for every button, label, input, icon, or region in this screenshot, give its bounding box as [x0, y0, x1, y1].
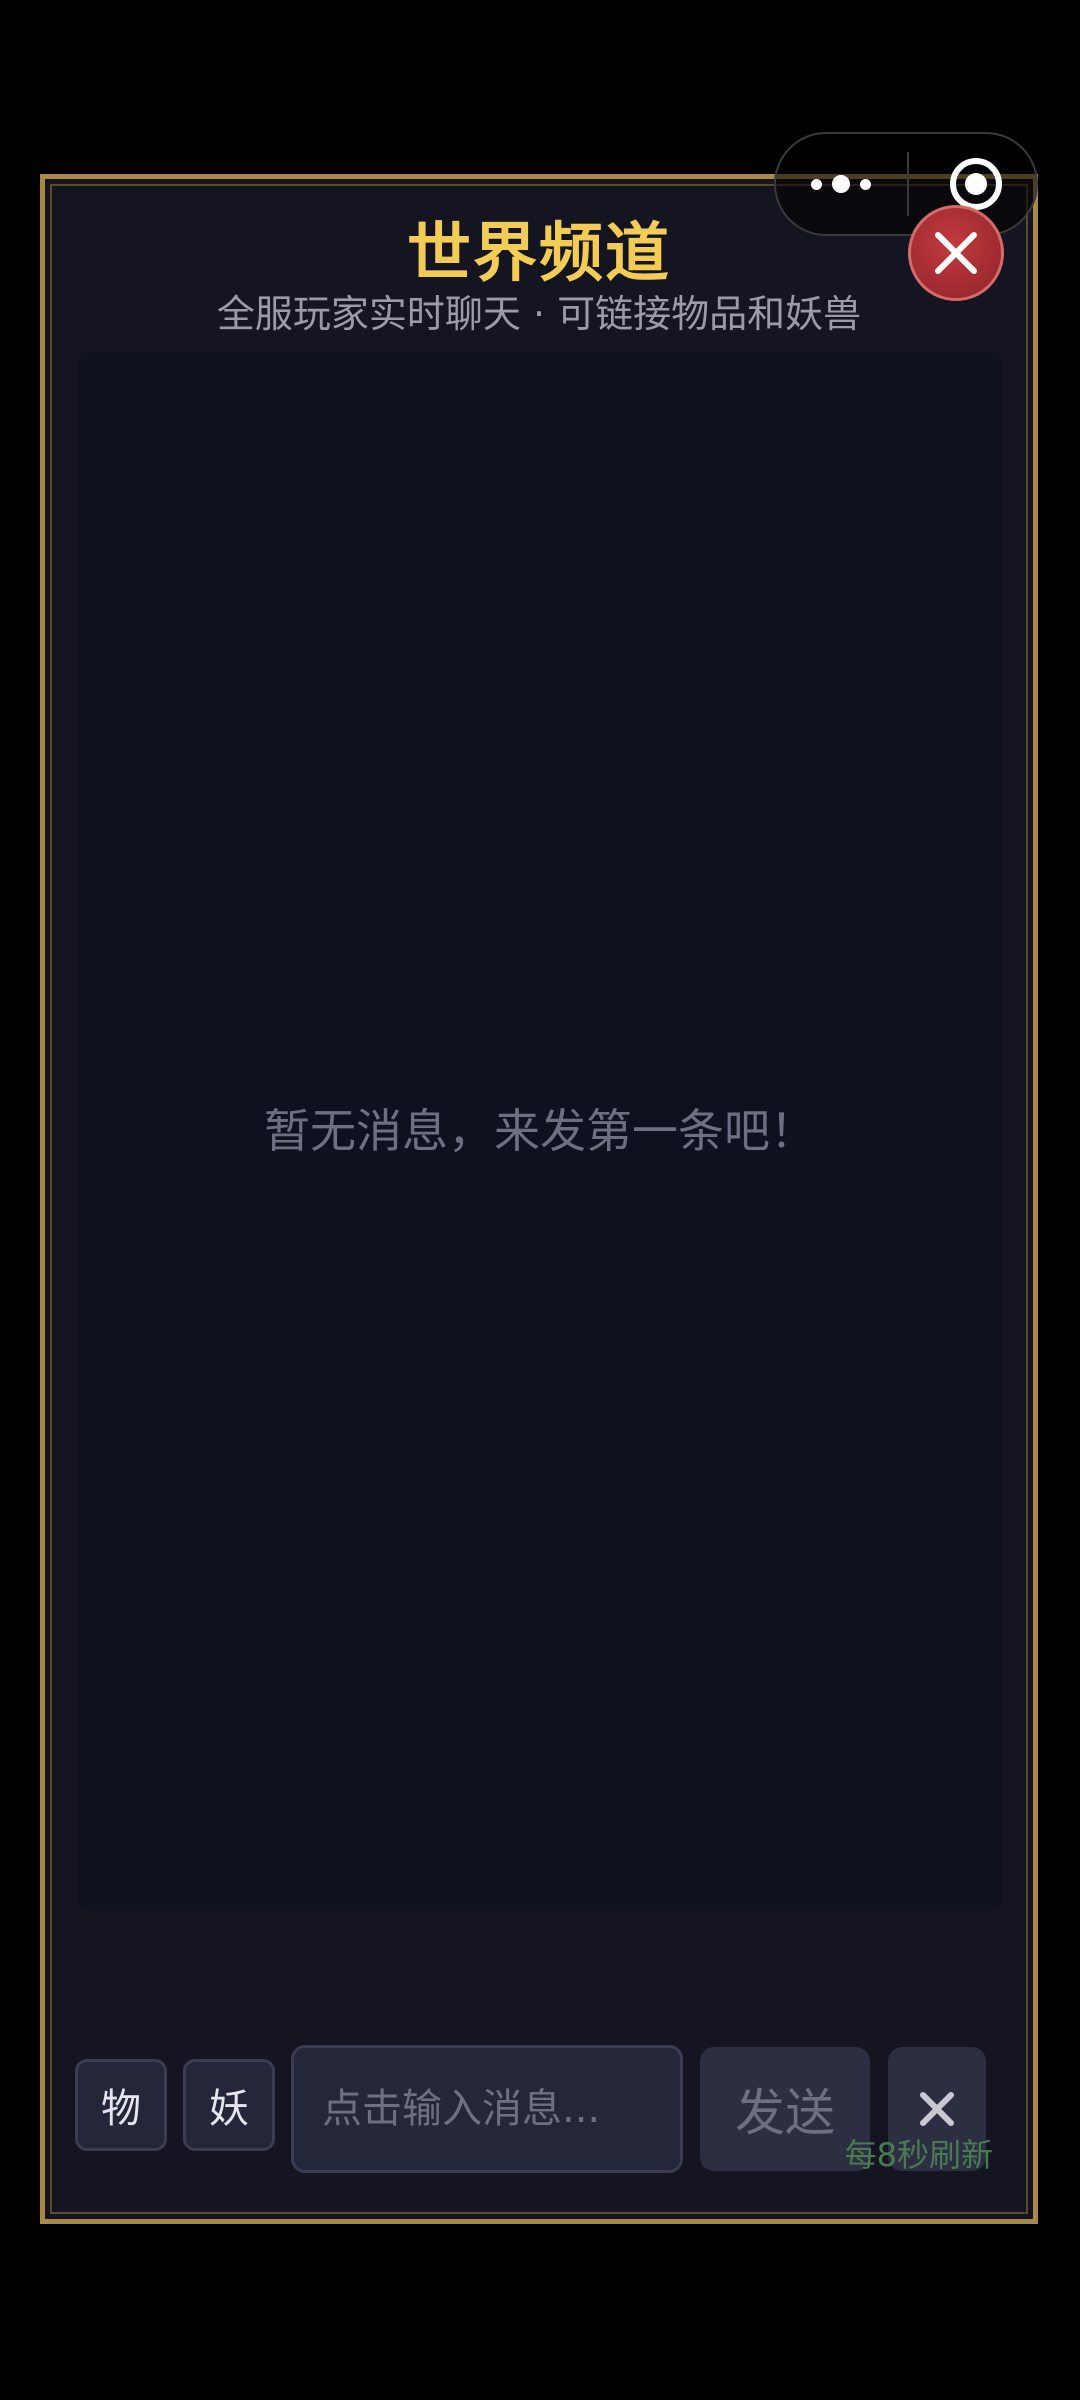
target-icon: [965, 173, 987, 195]
more-icon-dot: [860, 178, 871, 190]
close-icon: [935, 232, 977, 274]
close-icon: [920, 2092, 954, 2126]
more-icon: [811, 178, 822, 190]
message-list[interactable]: 暂无消息，来发第一条吧！: [77, 351, 1003, 1911]
composer-bar: 物 妖 发送 每8秒刷新: [45, 2045, 1033, 2189]
screen: 世界频道 全服玩家实时聊天 · 可链接物品和妖兽 暂无消息，来发第一条吧！ 物 …: [0, 0, 1080, 2400]
miniprogram-capsule: [774, 132, 1038, 236]
empty-state-text: 暂无消息，来发第一条吧！: [264, 1104, 816, 1158]
message-input[interactable]: [320, 2085, 654, 2133]
more-icon-center-dot: [832, 175, 850, 193]
page-subtitle: 全服玩家实时聊天 · 可链接物品和妖兽: [216, 292, 862, 336]
refresh-hint: 每8秒刷新: [844, 2136, 993, 2174]
exit-miniprogram-button[interactable]: [950, 158, 1002, 210]
link-item-button[interactable]: 物: [75, 2059, 167, 2151]
message-input-box[interactable]: [291, 2045, 683, 2173]
world-channel-panel: 世界频道 全服玩家实时聊天 · 可链接物品和妖兽 暂无消息，来发第一条吧！ 物 …: [40, 174, 1038, 2224]
link-beast-button[interactable]: 妖: [183, 2059, 275, 2151]
more-button[interactable]: [776, 134, 906, 234]
capsule-divider: [907, 152, 909, 216]
close-button[interactable]: [908, 205, 1004, 301]
